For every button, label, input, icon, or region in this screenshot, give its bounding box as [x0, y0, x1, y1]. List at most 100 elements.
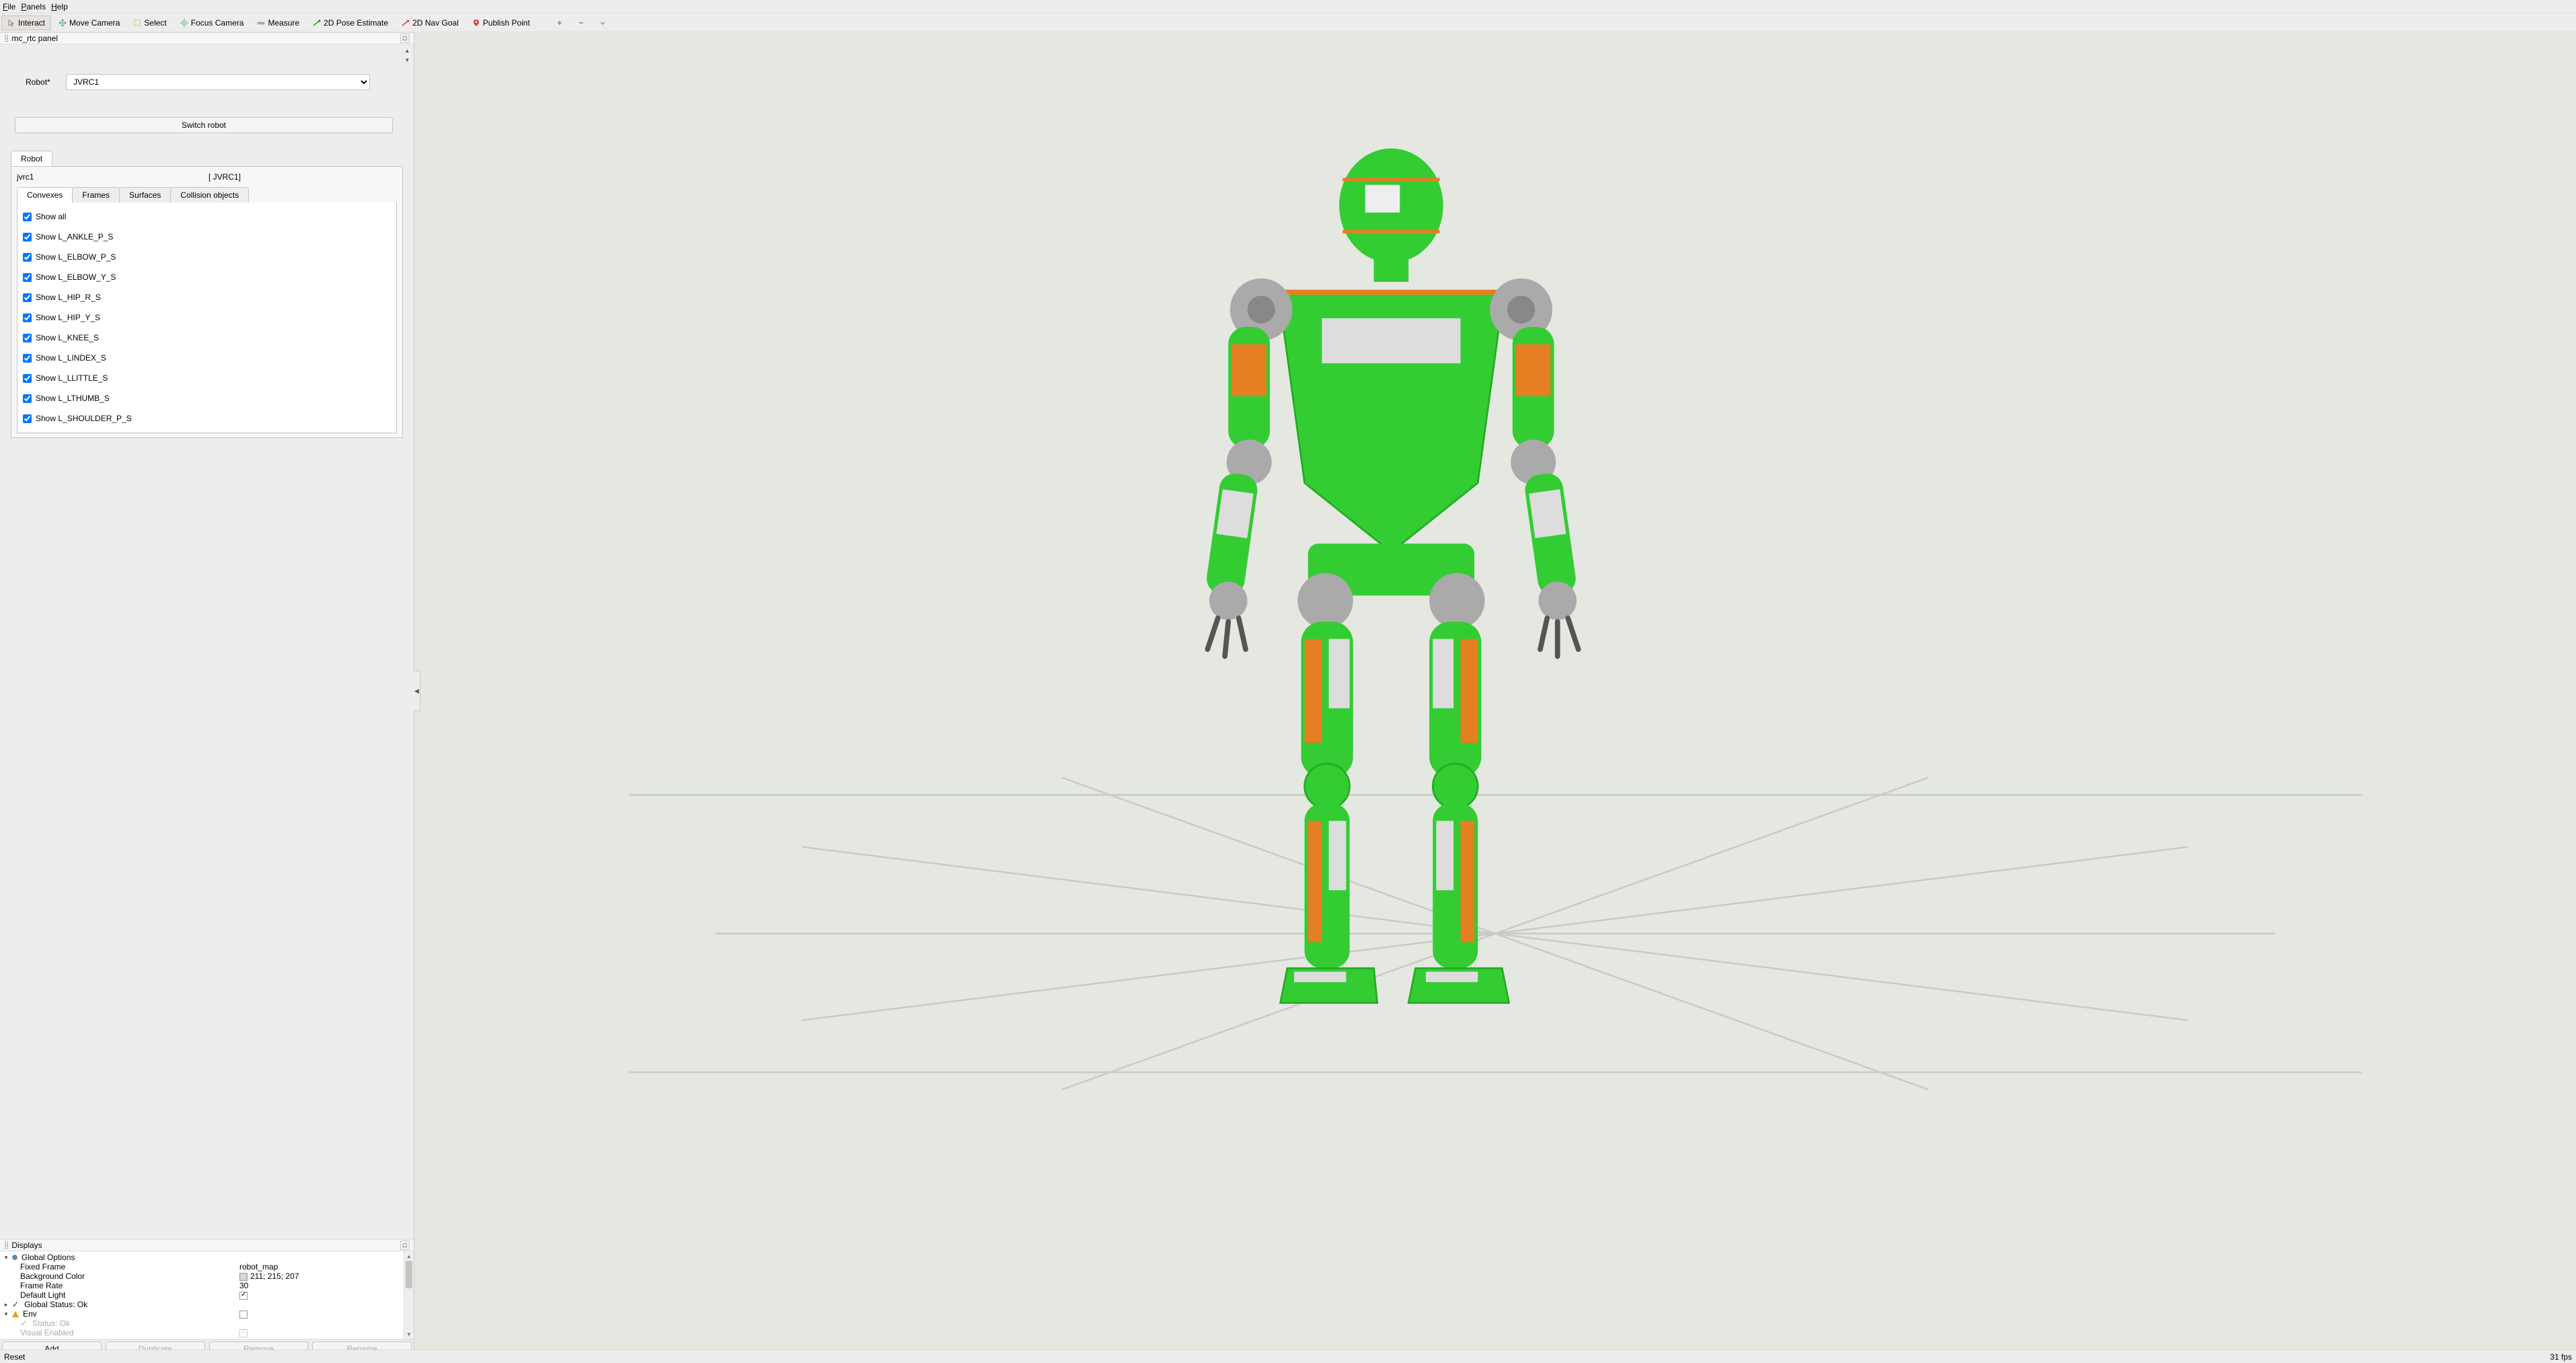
tree-visual-enabled-val — [239, 1328, 401, 1337]
robot-tab-body: jvrc1 [ JVRC1] Convexes Frames Surfaces … — [11, 166, 403, 438]
tree-default-light[interactable]: Default Light — [20, 1290, 237, 1300]
tree-status-ok: Status: Ok — [32, 1319, 401, 1328]
warning-icon — [12, 1311, 19, 1317]
switch-robot-button[interactable]: Switch robot — [15, 117, 393, 133]
check-label: Show L_HIP_R_S — [36, 293, 101, 302]
tree-expand-icon[interactable]: ▸ — [3, 1301, 9, 1309]
tool-2d-pose-estimate[interactable]: 2D Pose Estimate — [307, 15, 394, 30]
check-l-lindex-s[interactable] — [23, 354, 32, 363]
tool-extra-1[interactable] — [550, 16, 570, 30]
tool-extra-3[interactable] — [593, 16, 613, 30]
check-l-shoulder-p-s[interactable] — [23, 414, 32, 423]
measure-icon — [257, 19, 265, 27]
grip-icon[interactable]: ⣿ — [4, 1242, 9, 1249]
subtab-convexes[interactable]: Convexes — [17, 187, 73, 202]
check-label: Show L_LLITTLE_S — [36, 373, 108, 383]
check-show-all[interactable] — [23, 213, 32, 221]
chevron-down-icon — [599, 19, 607, 27]
check-label: Show L_ELBOW_Y_S — [36, 272, 116, 282]
grip-icon[interactable]: ⣿ — [4, 35, 9, 42]
mcrtc-panel: ▲▼ Robot* JVRC1 Switch robot Robot jvrc1 — [0, 44, 414, 1239]
displays-panel-title: Displays — [11, 1241, 42, 1250]
panel-undock-button[interactable]: □ — [400, 1241, 410, 1250]
displays-panel-title-bar[interactable]: ⣿ Displays □ — [0, 1239, 414, 1251]
tree-env[interactable]: Env — [23, 1309, 237, 1319]
tool-publish-point-label: Publish Point — [483, 18, 530, 28]
tree-global-options[interactable]: Global Options — [22, 1253, 401, 1262]
tree-default-light-val[interactable] — [239, 1290, 401, 1300]
tree-global-status[interactable]: Global Status: Ok — [24, 1300, 401, 1309]
mcrtc-panel-title-bar[interactable]: ⣿ mc_rtc panel □ — [0, 32, 414, 44]
check-l-hip-r-s[interactable] — [23, 293, 32, 302]
tree-env-val[interactable] — [239, 1309, 401, 1319]
pose-estimate-icon — [313, 19, 321, 27]
interact-icon — [7, 19, 15, 27]
mcrtc-panel-title: mc_rtc panel — [11, 34, 58, 43]
menu-bar: File Panels Help — [0, 0, 2576, 13]
tree-frame-rate[interactable]: Frame Rate — [20, 1281, 237, 1290]
tree-fixed-frame[interactable]: Fixed Frame — [20, 1262, 237, 1272]
checkbox-icon[interactable] — [239, 1292, 248, 1300]
list-item: Show L_HIP_Y_S — [23, 307, 391, 328]
tree-bg-color-val[interactable]: 211; 215; 207 — [239, 1272, 401, 1281]
tool-select-label: Select — [144, 18, 166, 28]
ok-icon: ✓ — [20, 1319, 27, 1328]
check-l-knee-s[interactable] — [23, 334, 32, 342]
tool-move-camera[interactable]: Move Camera — [52, 15, 126, 30]
checkbox-icon[interactable] — [239, 1311, 248, 1319]
toolbar: Interact Move Camera Select Focus Camera… — [0, 13, 2576, 32]
check-l-ankle-p-s[interactable] — [23, 233, 32, 242]
3d-viewport[interactable]: ◀ — [414, 32, 2576, 1350]
fps-readout: 31 fps — [2550, 1352, 2572, 1362]
tool-interact-label: Interact — [18, 18, 45, 28]
tool-measure[interactable]: Measure — [251, 15, 305, 30]
menu-file[interactable]: File — [3, 2, 15, 11]
check-label: Show L_KNEE_S — [36, 333, 99, 342]
convexes-checklist: Show all Show L_ANKLE_P_S Show L_ELBOW_P… — [17, 202, 397, 433]
menu-panels[interactable]: Panels — [21, 2, 46, 11]
check-label: Show L_LINDEX_S — [36, 353, 106, 363]
tree-frame-rate-val[interactable]: 30 — [239, 1281, 401, 1290]
check-l-llittle-s[interactable] — [23, 374, 32, 383]
list-item: Show L_LINDEX_S — [23, 348, 391, 368]
tool-focus-camera[interactable]: Focus Camera — [174, 15, 250, 30]
check-label: Show L_ANKLE_P_S — [36, 232, 113, 242]
menu-help[interactable]: Help — [51, 2, 68, 11]
subtab-collision-objects[interactable]: Collision objects — [170, 187, 249, 202]
robot-name-key: jvrc1 — [17, 172, 209, 182]
reset-button[interactable]: Reset — [4, 1352, 25, 1362]
robot-render — [414, 32, 2576, 1350]
options-icon — [12, 1255, 17, 1260]
status-bar: Reset 31 fps — [0, 1350, 2576, 1363]
check-l-elbow-p-s[interactable] — [23, 253, 32, 262]
tool-focus-camera-label: Focus Camera — [191, 18, 244, 28]
tree-fixed-frame-val[interactable]: robot_map — [239, 1262, 401, 1272]
tool-interact[interactable]: Interact — [1, 15, 51, 30]
check-l-lthumb-s[interactable] — [23, 394, 32, 403]
tree-collapse-icon[interactable]: ▾ — [3, 1254, 9, 1261]
subtab-surfaces[interactable]: Surfaces — [119, 187, 171, 202]
tool-select[interactable]: Select — [127, 15, 172, 30]
panel-undock-button[interactable]: □ — [400, 34, 410, 43]
color-swatch-icon — [239, 1273, 248, 1281]
tool-2d-nav-goal[interactable]: 2D Nav Goal — [395, 15, 465, 30]
subtab-frames[interactable]: Frames — [72, 187, 120, 202]
tree-collapse-icon[interactable]: ▾ — [3, 1311, 9, 1318]
tool-extra-2[interactable] — [571, 16, 591, 30]
check-l-elbow-y-s[interactable] — [23, 273, 32, 282]
tool-publish-point[interactable]: Publish Point — [466, 15, 536, 30]
tree-visual-enabled: Visual Enabled — [20, 1328, 237, 1337]
check-show-all-label: Show all — [36, 212, 66, 221]
list-item: Show L_LTHUMB_S — [23, 388, 391, 408]
mcrtc-scrollbar[interactable]: ▲▼ — [402, 46, 412, 1238]
displays-scrollbar[interactable]: ▲▼ — [404, 1251, 414, 1339]
tree-bg-color[interactable]: Background Color — [20, 1272, 237, 1281]
check-label: Show L_ELBOW_P_S — [36, 252, 116, 262]
checkbox-icon — [239, 1329, 248, 1337]
displays-tree[interactable]: ▾ Global Options Fixed Framerobot_map Bac… — [0, 1251, 404, 1339]
check-label: Show L_HIP_Y_S — [36, 313, 100, 322]
check-l-hip-y-s[interactable] — [23, 314, 32, 322]
robot-select[interactable]: JVRC1 — [66, 74, 370, 90]
tab-robot[interactable]: Robot — [11, 151, 52, 166]
nav-goal-icon — [402, 19, 410, 27]
